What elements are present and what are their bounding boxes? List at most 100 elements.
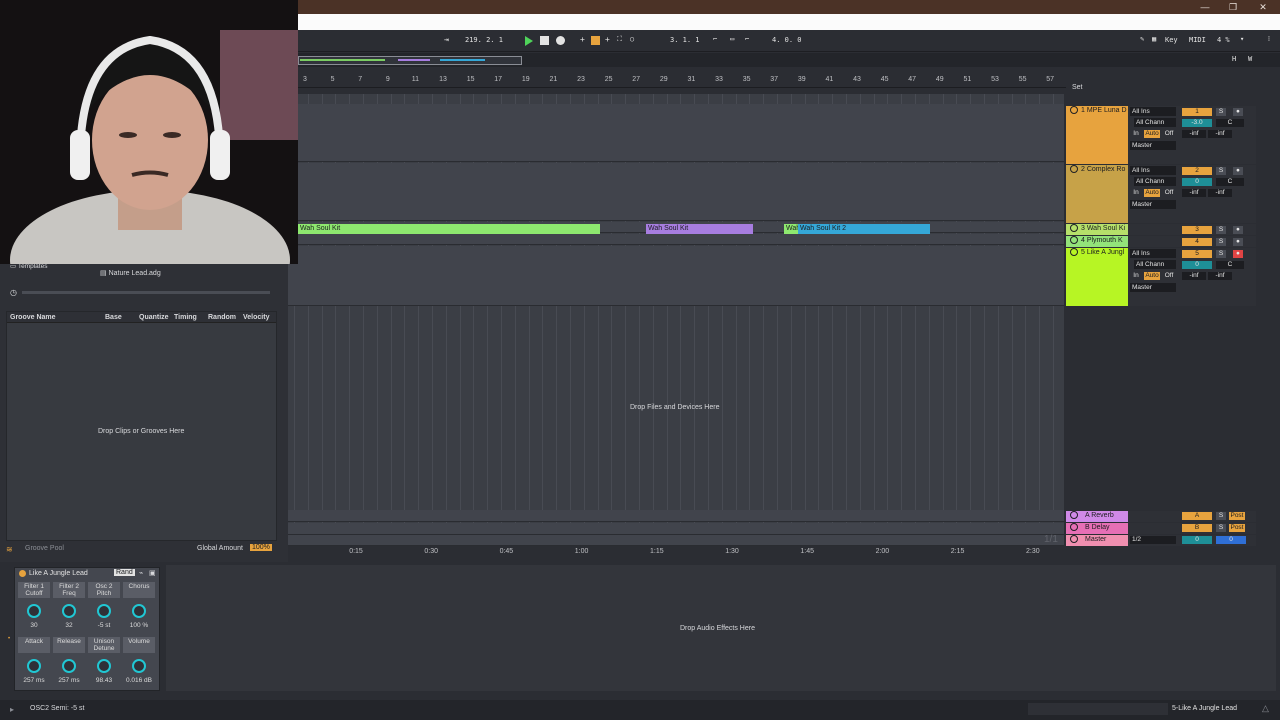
clip[interactable]: Wah Soul Kit — [298, 224, 600, 234]
output-select[interactable]: Master — [1130, 141, 1176, 150]
midi-map-button[interactable]: MIDI — [1189, 36, 1206, 44]
macro-knob[interactable] — [62, 604, 76, 618]
output-select[interactable]: Master — [1130, 283, 1176, 292]
macro-knob[interactable] — [132, 604, 146, 618]
track-activator-icon[interactable] — [1070, 535, 1078, 543]
master-pan[interactable]: 0 — [1216, 536, 1246, 544]
monitor-in-button[interactable]: In — [1130, 272, 1142, 280]
post-button[interactable]: Post — [1229, 524, 1245, 532]
monitor-in-button[interactable]: In — [1130, 130, 1142, 138]
track-header[interactable]: 3 Wah Soul Ki — [1066, 224, 1128, 235]
minimize-icon[interactable]: — — [1190, 0, 1220, 14]
solo-button[interactable]: S — [1216, 238, 1226, 246]
track-activator-icon[interactable] — [1070, 165, 1078, 173]
automation-arm-icon[interactable] — [591, 36, 600, 45]
pan-field[interactable]: C — [1216, 119, 1244, 127]
arrangement-position[interactable]: 219. 2. 1 — [465, 36, 503, 44]
track-activator-icon[interactable] — [1070, 106, 1078, 114]
close-icon[interactable]: ✕ — [1248, 0, 1278, 14]
track-lane[interactable] — [288, 234, 1064, 245]
stop-icon[interactable] — [540, 36, 549, 45]
return-track-header[interactable]: B Delay — [1066, 523, 1128, 534]
solo-button[interactable]: S — [1216, 226, 1226, 234]
loop-start[interactable]: 3. 1. 1 — [670, 36, 700, 44]
macro-knob[interactable] — [132, 659, 146, 673]
groove-icon[interactable]: ≋ — [6, 545, 13, 554]
input-channel-select[interactable]: All Chann — [1134, 118, 1176, 127]
return-track-header[interactable]: Master — [1066, 535, 1128, 546]
macro-knob[interactable] — [97, 659, 111, 673]
monitor-off-button[interactable]: Off — [1162, 272, 1176, 280]
pan-field[interactable]: C — [1216, 261, 1244, 269]
solo-button[interactable]: S — [1216, 512, 1226, 520]
macro-knob[interactable] — [27, 604, 41, 618]
punch-out-icon[interactable]: ⌐ — [745, 35, 749, 43]
monitor-off-button[interactable]: Off — [1162, 189, 1176, 197]
device-menu-icon[interactable]: ⌁ — [139, 569, 143, 577]
monitor-auto-button[interactable]: Auto — [1144, 272, 1160, 280]
key-map-button[interactable]: Key — [1165, 36, 1178, 44]
track-activator-icon[interactable] — [1070, 523, 1078, 531]
macro-knob[interactable] — [62, 659, 76, 673]
monitor-off-button[interactable]: Off — [1162, 130, 1176, 138]
input-type-select[interactable]: All Ins — [1130, 249, 1176, 258]
track-activator-icon[interactable] — [1070, 224, 1078, 232]
arm-button[interactable]: ● — [1233, 167, 1243, 175]
track-number-button[interactable]: 1 — [1182, 108, 1212, 116]
reenable-automation-icon[interactable]: + — [605, 35, 610, 44]
input-channel-select[interactable]: All Chann — [1134, 177, 1176, 186]
play-icon[interactable] — [525, 36, 533, 46]
track-lane[interactable] — [288, 246, 1064, 306]
post-button[interactable]: Post — [1229, 512, 1245, 520]
clip[interactable]: Wah — [784, 224, 798, 234]
follow-icon[interactable]: ⇥ — [444, 35, 449, 44]
session-record-icon[interactable]: ○ — [630, 35, 634, 43]
menu-icon[interactable]: ⁞ — [1268, 35, 1270, 43]
return-lane[interactable] — [288, 523, 1064, 535]
track-number-button[interactable]: 3 — [1182, 226, 1212, 234]
track-header[interactable]: 2 Complex Ro — [1066, 165, 1128, 223]
arm-button[interactable]: ● — [1233, 250, 1243, 258]
solo-button[interactable]: S — [1216, 524, 1226, 532]
master-volume[interactable]: 0 — [1182, 536, 1212, 544]
keyboard-icon[interactable]: ▦ — [1152, 35, 1156, 43]
punch-in-icon[interactable]: ⌐ — [713, 35, 717, 43]
arm-button[interactable]: ● — [1233, 238, 1243, 246]
track-lane[interactable] — [288, 163, 1064, 221]
monitor-in-button[interactable]: In — [1130, 189, 1142, 197]
draw-mode-icon[interactable]: ✎ — [1140, 35, 1144, 43]
track-number-button[interactable]: 2 — [1182, 167, 1212, 175]
return-letter-button[interactable]: B — [1182, 524, 1212, 532]
preview-icon[interactable]: ◷ — [10, 288, 17, 297]
clip[interactable]: Wah Soul Kit 2 — [798, 224, 930, 234]
chevron-down-icon[interactable]: ▾ — [1240, 35, 1244, 43]
track-header[interactable]: 4 Plymouth K — [1066, 236, 1128, 247]
volume-field[interactable]: 0 — [1182, 178, 1212, 186]
instrument-rack[interactable]: Like A Jungle Lead Rand ⌁ ▣ Filter 1 Cut… — [14, 567, 160, 691]
loop-icon[interactable]: ▭ — [730, 35, 734, 43]
track-header[interactable]: 5 Like A Jungl — [1066, 248, 1128, 306]
solo-button[interactable]: S — [1216, 167, 1226, 175]
h-toggle[interactable]: H — [1232, 55, 1236, 63]
volume-field[interactable]: 0 — [1182, 261, 1212, 269]
cue-out-select[interactable]: 1/2 — [1130, 536, 1176, 544]
overdub-icon[interactable]: + — [580, 35, 585, 44]
input-type-select[interactable]: All Ins — [1130, 166, 1176, 175]
macro-knob[interactable] — [27, 659, 41, 673]
return-letter-button[interactable]: A — [1182, 512, 1212, 520]
track-activator-icon[interactable] — [1070, 236, 1078, 244]
output-select[interactable]: Master — [1130, 200, 1176, 209]
loop-length[interactable]: 4. 0. 0 — [772, 36, 802, 44]
restore-icon[interactable]: ❐ — [1218, 0, 1248, 14]
track-number-button[interactable]: 5 — [1182, 250, 1212, 258]
return-lane[interactable] — [288, 510, 1064, 522]
track-number-button[interactable]: 4 — [1182, 238, 1212, 246]
selected-track-label[interactable]: 5-Like A Jungle Lead — [1172, 705, 1237, 712]
pan-field[interactable]: C — [1216, 178, 1244, 186]
track-activator-icon[interactable] — [1070, 248, 1078, 256]
status-arrow-icon[interactable]: ▸ — [10, 705, 14, 714]
master-lane[interactable] — [288, 535, 1064, 546]
track-activator-icon[interactable] — [1070, 511, 1078, 519]
w-toggle[interactable]: W — [1248, 55, 1252, 63]
arm-button[interactable]: ● — [1233, 108, 1243, 116]
